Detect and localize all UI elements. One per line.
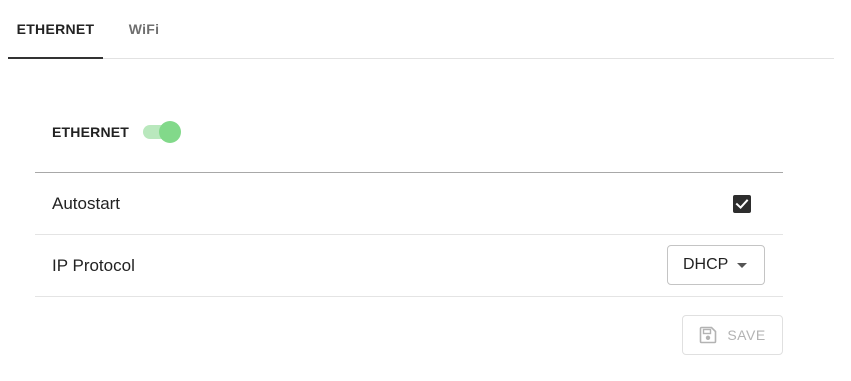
tab-ethernet[interactable]: ETHERNET xyxy=(8,0,103,59)
caret-down-icon xyxy=(737,262,748,268)
autostart-label: Autostart xyxy=(52,193,121,213)
tab-wifi-label: WiFi xyxy=(128,21,160,37)
autostart-checkbox[interactable] xyxy=(733,195,751,213)
ethernet-section-header: ETHERNET xyxy=(52,116,182,148)
ethernet-toggle[interactable] xyxy=(140,116,182,148)
active-tab-indicator xyxy=(8,57,103,59)
ip-protocol-label: IP Protocol xyxy=(52,255,135,275)
ip-protocol-value: DHCP xyxy=(683,256,729,273)
floppy-disk-icon xyxy=(700,326,717,344)
save-button[interactable]: SAVE xyxy=(682,315,783,355)
ip-protocol-select[interactable]: DHCP xyxy=(667,245,765,285)
check-icon xyxy=(735,199,749,210)
autostart-row: Autostart xyxy=(35,173,783,235)
save-label: SAVE xyxy=(727,327,766,343)
tab-bar: ETHERNET WiFi xyxy=(8,0,834,59)
toggle-thumb xyxy=(159,121,182,143)
tab-ethernet-label: ETHERNET xyxy=(16,21,95,37)
section-title: ETHERNET xyxy=(52,124,130,140)
ip-protocol-row: IP Protocol DHCP xyxy=(35,235,783,297)
tab-wifi[interactable]: WiFi xyxy=(114,0,174,58)
